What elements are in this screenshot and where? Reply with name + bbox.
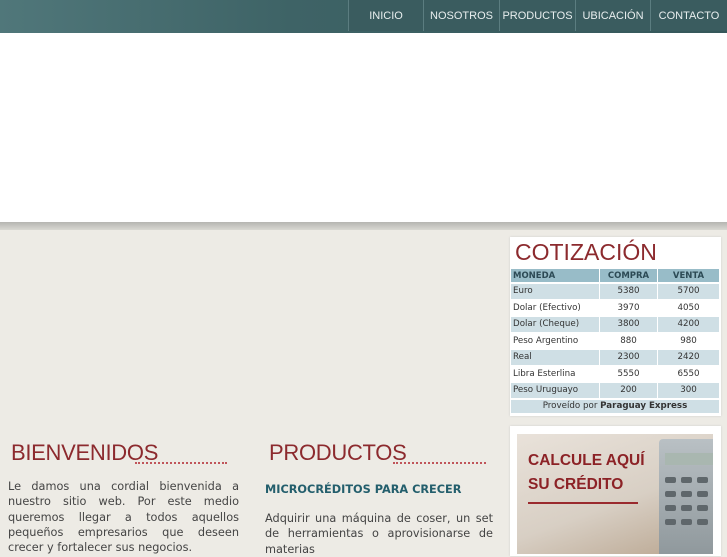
cotizacion-row: Dolar (Efectivo) 3970 4050 (511, 301, 719, 316)
provider-note: Proveído por Paraguay Express (511, 399, 719, 413)
productos-text: Adquirir una máquina de coser, un set de… (265, 512, 493, 556)
calc-line1: CALCULE AQUÍ (528, 452, 645, 469)
divider (0, 222, 727, 230)
col-moneda: MONEDA (511, 269, 599, 282)
cotizacion-panel: COTIZACIÓN MONEDA COMPRA VENTA Euro 5380 5… (510, 237, 721, 416)
cotizacion-row: Peso Uruguayo 200 300 (511, 383, 719, 398)
cotizacion-row: Real 2300 2420 (511, 350, 719, 365)
moneda-cell: Peso Uruguayo (511, 383, 599, 398)
heading-dots (393, 462, 486, 464)
header-bar: INICIO NOSOTROS PRODUCTOS UBICACIÓN CONT… (0, 0, 727, 33)
cotizacion-row: Peso Argentino 880 980 (511, 334, 719, 349)
bienvenidos-text: Le damos una cordial bienvenida a nuestr… (8, 480, 239, 555)
compra-cell: 5550 (617, 368, 640, 379)
compra-cell: 880 (620, 335, 637, 346)
nav-inicio[interactable]: INICIO (348, 0, 423, 31)
provider-prefix: Proveído por (542, 401, 598, 411)
nav-ubicacion[interactable]: UBICACIÓN (575, 0, 650, 31)
productos-heading: PRODUCTOS (269, 440, 407, 465)
underline (528, 502, 638, 504)
cotizacion-row: Dolar (Cheque) 3800 4200 (511, 317, 719, 332)
venta-cell: 6550 (677, 368, 700, 379)
calcule-credito-banner[interactable]: CALCULE AQUÍ SU CRÉDITO (517, 434, 713, 554)
venta-cell: 4200 (658, 317, 719, 332)
compra-cell: 200 (600, 383, 657, 398)
nav-productos[interactable]: PRODUCTOS (499, 0, 575, 31)
cotizacion-row: Libra Esterlina 5550 6550 (511, 367, 719, 382)
venta-cell: 980 (680, 335, 697, 346)
col-compra: COMPRA (600, 269, 657, 282)
cotizacion-row: Euro 5380 5700 (511, 284, 719, 299)
moneda-cell: Dolar (Efectivo) (513, 302, 581, 313)
moneda-cell: Libra Esterlina (513, 368, 576, 379)
nav-contacto[interactable]: CONTACTO (650, 0, 727, 31)
calculadora-panel: CALCULE AQUÍ SU CRÉDITO (510, 426, 721, 556)
venta-cell: 5700 (658, 284, 719, 299)
col-venta: VENTA (658, 269, 719, 282)
provider-name[interactable]: Paraguay Express (600, 401, 687, 411)
cotizacion-title: COTIZACIÓN (515, 239, 657, 265)
banner-area (0, 33, 727, 222)
moneda-cell: Real (511, 350, 599, 365)
venta-cell: 2420 (658, 350, 719, 365)
moneda-cell: Euro (511, 284, 599, 299)
compra-cell: 2300 (600, 350, 657, 365)
venta-cell: 4050 (677, 302, 700, 313)
compra-cell: 3800 (600, 317, 657, 332)
compra-cell: 3970 (617, 302, 640, 313)
nav-nosotros[interactable]: NOSOTROS (423, 0, 499, 31)
calc-line2: SU CRÉDITO (528, 476, 624, 493)
cotizacion-table: MONEDA COMPRA VENTA Euro 5380 5700 Dolar (E… (510, 267, 720, 415)
moneda-cell: Peso Argentino (513, 335, 579, 346)
calculator-icon (659, 439, 713, 554)
heading-dots (135, 462, 227, 464)
moneda-cell: Dolar (Cheque) (511, 317, 599, 332)
productos-subtitle[interactable]: MICROCRÉDITOS PARA CRECER (265, 483, 461, 496)
venta-cell: 300 (658, 383, 719, 398)
compra-cell: 5380 (600, 284, 657, 299)
